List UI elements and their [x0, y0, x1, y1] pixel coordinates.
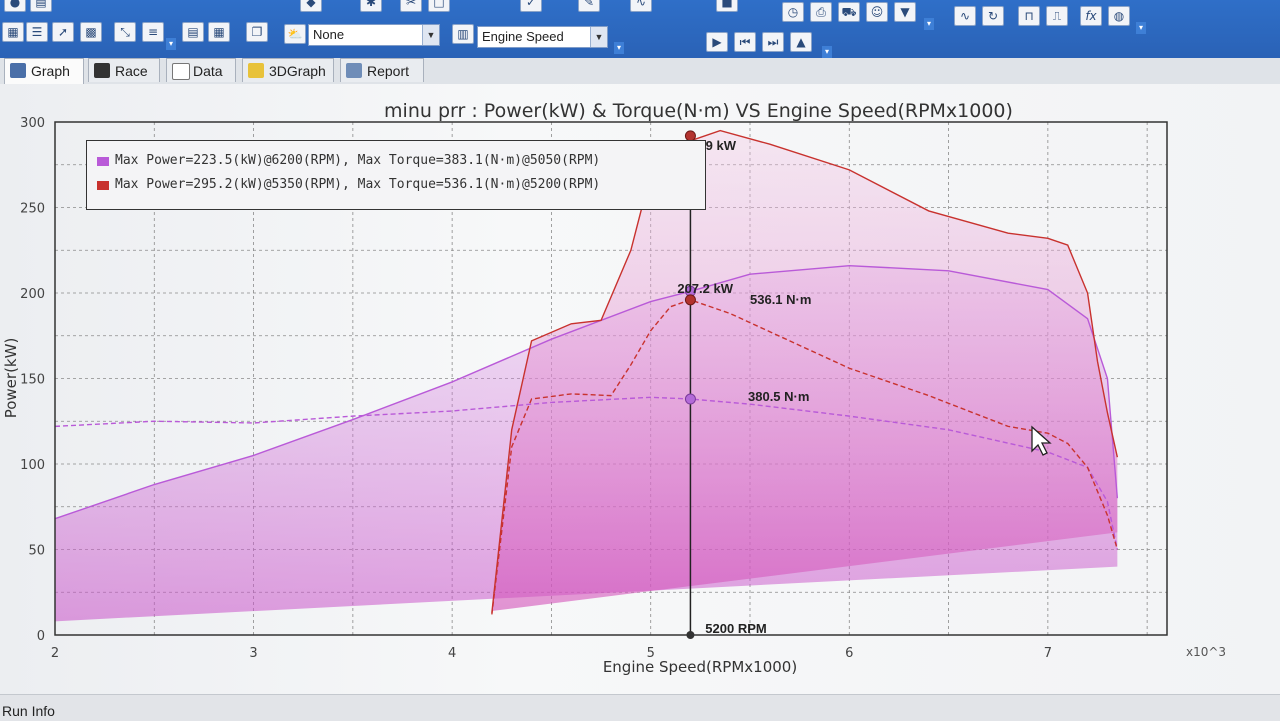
lock-icon[interactable]: ■: [716, 0, 738, 12]
y-axis-label: Power(kW): [2, 338, 20, 419]
rpm-readout: 5200 RPM: [705, 621, 766, 636]
step-wave-icon[interactable]: ⎍: [1046, 6, 1068, 26]
filter-icon[interactable]: ▼: [894, 2, 916, 22]
tab-label: Report: [367, 63, 410, 79]
open-file-icon[interactable]: ▤: [30, 0, 52, 12]
chevron-down-icon[interactable]: ▼: [590, 27, 607, 47]
legend-item: Max Power=295.2(kW)@5350(RPM), Max Torqu…: [95, 175, 600, 195]
red-torque-marker: [684, 294, 696, 306]
note-icon[interactable]: ▤: [182, 22, 204, 42]
3d-graph-icon: [248, 63, 264, 78]
legend-swatch-purple: [97, 157, 109, 166]
align-icon[interactable]: ≡: [142, 22, 164, 42]
table-icon[interactable]: ▦: [208, 22, 230, 42]
clock-icon[interactable]: ◷: [782, 2, 804, 22]
red-torque-readout: 536.1 N·m: [750, 292, 811, 307]
export-icon[interactable]: ◆: [300, 0, 322, 12]
x-axis-select-value: Engine Speed: [482, 29, 564, 44]
main-toolbar: ● ▤ ◆ ✱ ✂ □ ✓ ✎ ∿ ■ ◷ ⎙ ⛟ ☺ ▼ ▾ ∿ ↻ ⊓ ⎍ …: [0, 0, 1280, 58]
run-info-label[interactable]: Run Info: [2, 703, 55, 719]
pen-icon[interactable]: ✎: [578, 0, 600, 12]
chart-legend: Max Power=223.5(kW)@6200(RPM), Max Torqu…: [86, 140, 706, 210]
list-icon[interactable]: ☰: [26, 22, 48, 42]
tab-3dgraph[interactable]: 3DGraph: [242, 58, 334, 82]
purple-torque-marker: [684, 393, 696, 405]
toolbar-dropdown-icon[interactable]: ▾: [614, 42, 624, 54]
toolbar-dropdown-icon[interactable]: ▾: [822, 46, 832, 58]
square-wave-icon[interactable]: ⊓: [1018, 6, 1040, 26]
x-tick-label: 4: [448, 646, 456, 661]
column-grid-icon[interactable]: ▥: [452, 24, 474, 44]
settings-gear-icon[interactable]: ✱: [360, 0, 382, 12]
toolbar-dropdown-icon[interactable]: ▾: [1136, 22, 1146, 34]
overlay-select[interactable]: None ▼: [308, 24, 440, 46]
x-axis-select[interactable]: Engine Speed ▼: [477, 26, 608, 48]
record-icon[interactable]: ●: [4, 0, 26, 12]
toolbar-dropdown-icon[interactable]: ▾: [924, 18, 934, 30]
y-tick-label: 50: [28, 544, 45, 559]
y-tick-label: 200: [20, 287, 45, 302]
layout-icon[interactable]: ▦: [2, 22, 24, 42]
legend-item: Max Power=223.5(kW)@6200(RPM), Max Torqu…: [95, 151, 600, 171]
y-tick-label: 150: [20, 373, 45, 388]
purple-power-readout: 207.2 kW: [677, 281, 733, 296]
sweep-icon[interactable]: ↻: [982, 6, 1004, 26]
chart-check-icon[interactable]: ✓: [520, 0, 542, 12]
report-icon: [346, 63, 362, 78]
overlay-select-value: None: [313, 27, 345, 42]
tab-label: Data: [193, 63, 223, 79]
view-tabs: Graph Race Data 3DGraph Report: [0, 58, 1280, 85]
legend-text: Max Power=295.2(kW)@5350(RPM), Max Torqu…: [115, 177, 601, 192]
skip-start-icon[interactable]: ⏮: [734, 32, 756, 52]
x-tick-label: 7: [1044, 646, 1052, 661]
tab-label: Graph: [31, 63, 70, 79]
tab-data[interactable]: Data: [166, 58, 236, 82]
toolbar-dropdown-icon[interactable]: ▾: [166, 38, 176, 50]
signal-icon[interactable]: ∿: [630, 0, 652, 12]
y-tick-label: 100: [20, 458, 45, 473]
y-tick-label: 300: [20, 116, 45, 131]
blank-page-icon[interactable]: □: [428, 0, 450, 12]
ramp-icon[interactable]: ▲: [790, 32, 812, 52]
y-tick-label: 250: [20, 202, 45, 217]
x-tick-label: 2: [51, 646, 59, 661]
rpm-marker: [686, 631, 695, 639]
car-icon[interactable]: ⛟: [838, 2, 860, 22]
user-icon[interactable]: ☺: [866, 2, 888, 22]
grid-icon[interactable]: ▩: [80, 22, 102, 42]
purple-torque-readout: 380.5 N·m: [748, 389, 809, 404]
window-icon[interactable]: ❐: [246, 22, 268, 42]
x-multiplier-label: x10^3: [1186, 645, 1226, 659]
race-flag-icon: [94, 63, 110, 78]
tab-report[interactable]: Report: [340, 58, 424, 82]
x-axis-label: Engine Speed(RPMx1000): [603, 658, 797, 676]
legend-text: Max Power=223.5(kW)@6200(RPM), Max Torqu…: [115, 153, 601, 168]
tab-graph[interactable]: Graph: [4, 58, 84, 84]
cursor-pointer-icon[interactable]: ➚: [52, 22, 74, 42]
play-icon[interactable]: ▶: [706, 32, 728, 52]
tab-label: Race: [115, 63, 148, 79]
skip-end-icon[interactable]: ⏭: [762, 32, 784, 52]
tab-label: 3DGraph: [269, 63, 326, 79]
x-tick-label: 6: [845, 646, 853, 661]
status-bar: Run Info: [0, 694, 1280, 721]
print-icon[interactable]: ⎙: [810, 2, 832, 22]
y-tick-label: 0: [37, 629, 45, 644]
graph-icon: [10, 63, 26, 78]
chevron-down-icon[interactable]: ▼: [422, 25, 439, 45]
oscilloscope-icon[interactable]: ∿: [954, 6, 976, 26]
tab-race[interactable]: Race: [88, 58, 160, 82]
legend-swatch-red: [97, 181, 109, 190]
function-icon[interactable]: fx: [1080, 6, 1102, 26]
scale-chart-icon[interactable]: ⤡: [114, 22, 136, 42]
x-tick-label: 3: [249, 646, 257, 661]
data-table-icon: [172, 63, 190, 80]
weather-icon[interactable]: ⛅: [284, 24, 306, 44]
globe-icon[interactable]: ◍: [1108, 6, 1130, 26]
tools-icon[interactable]: ✂: [400, 0, 422, 12]
